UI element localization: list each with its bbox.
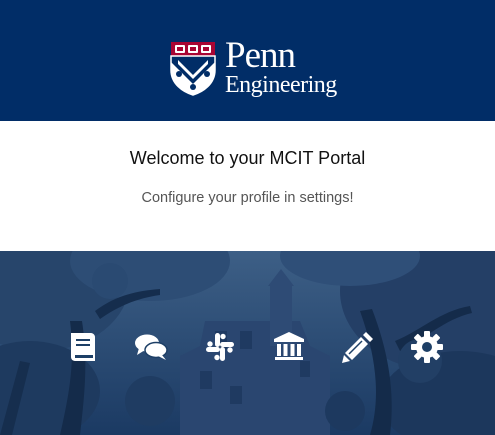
campus-background — [0, 251, 495, 435]
penn-engineering-logo[interactable]: Penn Engineering — [169, 37, 344, 101]
welcome-subtitle: Configure your profile in settings! — [141, 190, 354, 206]
slack-icon[interactable] — [202, 329, 238, 365]
chat-icon[interactable] — [133, 329, 169, 365]
institution-icon[interactable] — [271, 329, 307, 365]
logo-penn-text: Penn — [225, 35, 296, 76]
pencil-icon[interactable] — [340, 329, 376, 365]
logo-engineering-text: Engineering — [225, 72, 337, 98]
welcome-title: Welcome to your MCIT Portal — [129, 148, 366, 168]
portal-page: Penn Engineering Welcome to your MCIT Po… — [0, 0, 495, 435]
penn-shield-icon — [170, 42, 216, 96]
welcome-card: Welcome to your MCIT Portal Configure yo… — [0, 121, 495, 251]
quick-links-toolbar — [0, 329, 495, 369]
gear-icon[interactable] — [409, 329, 445, 365]
header-banner: Penn Engineering — [0, 0, 495, 121]
book-icon[interactable] — [65, 329, 101, 365]
